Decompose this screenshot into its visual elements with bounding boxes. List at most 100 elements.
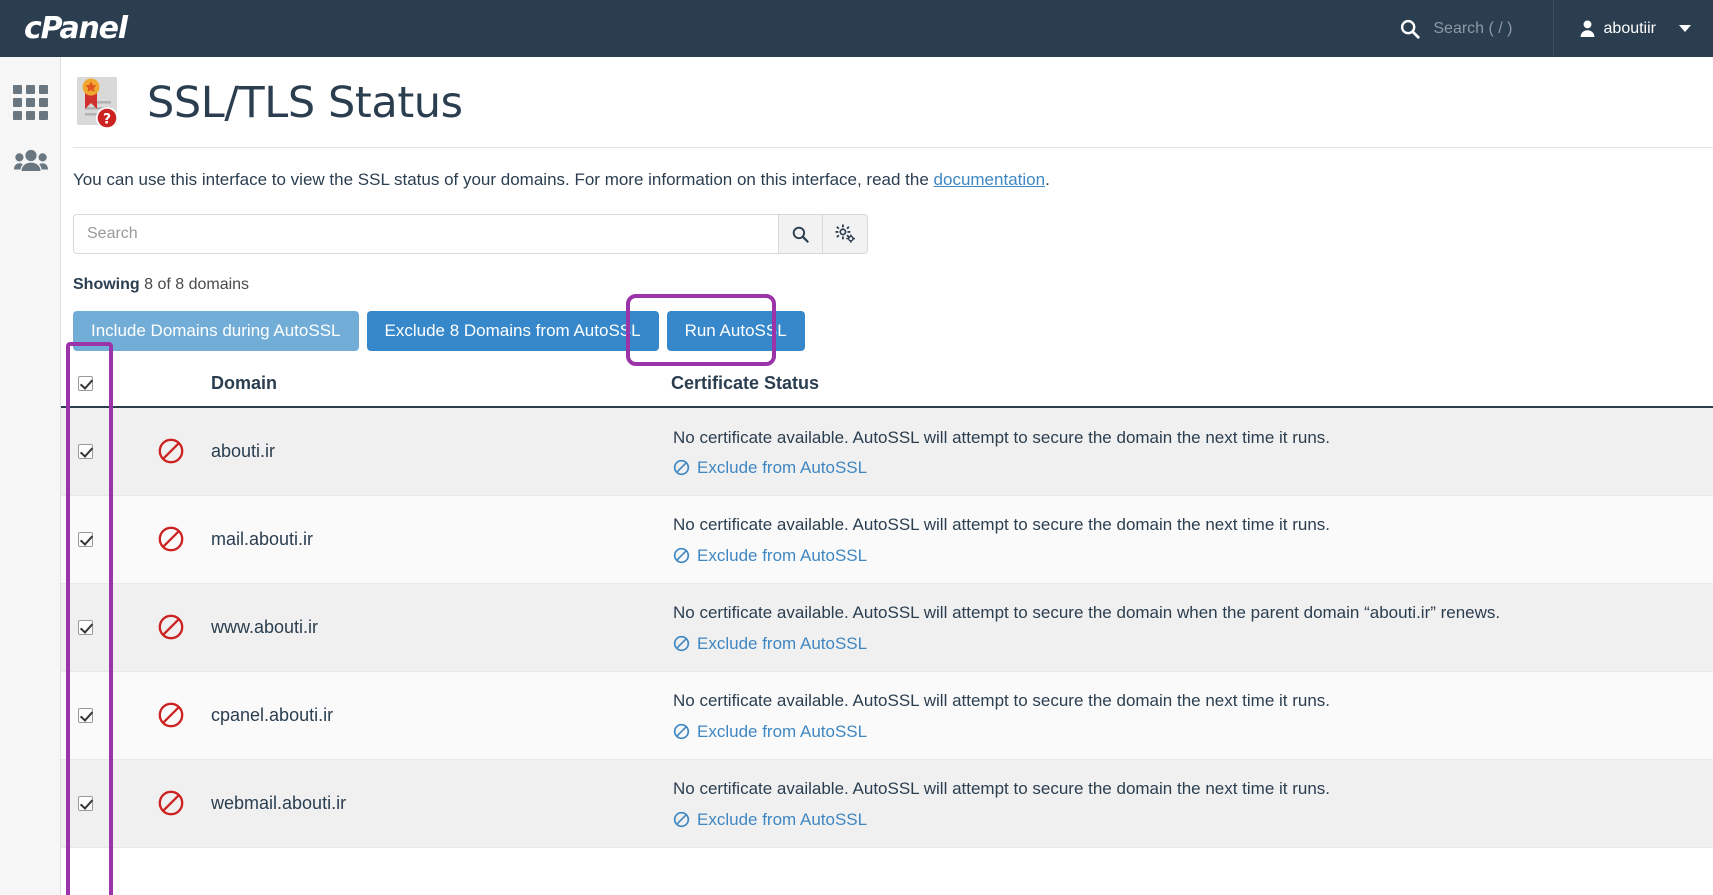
row-status-cell: No certificate available. AutoSSL will a… — [671, 671, 1713, 760]
page-description-suffix: . — [1045, 170, 1050, 189]
row-status-text: No certificate available. AutoSSL will a… — [673, 779, 1331, 799]
row-status-text: No certificate available. AutoSSL will a… — [673, 515, 1331, 535]
results-summary-label: Showing — [73, 276, 140, 293]
global-search-placeholder: Search ( / ) — [1433, 19, 1513, 37]
row-status-text: No certificate available. AutoSSL will a… — [673, 427, 1331, 447]
row-checkbox[interactable] — [78, 795, 93, 811]
search-icon — [792, 226, 809, 243]
left-sidebar — [0, 57, 61, 895]
exclude-domains-button[interactable]: Exclude 8 Domains from AutoSSL — [366, 311, 659, 351]
row-checkbox[interactable] — [78, 619, 93, 635]
exclude-from-autossl-label: Exclude from AutoSSL — [697, 721, 868, 741]
people-icon — [13, 149, 48, 171]
row-status-text: No certificate available. AutoSSL will a… — [673, 603, 1501, 623]
global-search[interactable]: Search ( / ) — [1399, 18, 1552, 40]
page-header: ? SSL/TLS Status — [61, 57, 1713, 131]
row-status-icon-cell — [139, 759, 211, 848]
no-certificate-icon — [158, 438, 184, 464]
row-domain: www.abouti.ir — [211, 583, 671, 672]
search-settings-button[interactable] — [823, 214, 868, 254]
exclude-icon — [673, 635, 690, 652]
include-domains-button[interactable]: Include Domains during AutoSSL — [73, 311, 359, 351]
row-domain: mail.abouti.ir — [211, 495, 671, 584]
row-checkbox[interactable] — [78, 443, 93, 459]
table-row: www.abouti.ir No certificate available. … — [61, 583, 1713, 672]
row-select-cell — [61, 583, 139, 672]
table-row: cpanel.abouti.ir No certificate availabl… — [61, 671, 1713, 760]
page-description-text: You can use this interface to view the S… — [73, 170, 934, 189]
domains-table-body: abouti.ir No certificate available. Auto… — [61, 407, 1713, 848]
cpanel-logo[interactable]: cPanel — [24, 11, 128, 46]
exclude-icon — [673, 460, 690, 476]
gear-icon — [835, 224, 855, 243]
main-content: ? SSL/TLS Status You can use this interf… — [61, 57, 1713, 895]
run-autossl-button[interactable]: Run AutoSSL — [666, 311, 805, 351]
sidebar-item-user-manager[interactable] — [0, 131, 61, 189]
chevron-down-icon — [1679, 25, 1691, 32]
row-status-cell: No certificate available. AutoSSL will a… — [671, 759, 1713, 848]
sidebar-item-apps[interactable] — [0, 73, 61, 131]
no-certificate-icon — [158, 526, 184, 552]
exclude-icon — [673, 547, 690, 564]
user-menu-label: aboutiir — [1603, 19, 1656, 37]
row-status-text: No certificate available. AutoSSL will a… — [673, 691, 1331, 711]
row-select-cell — [61, 759, 139, 848]
page-description: You can use this interface to view the S… — [73, 170, 1713, 190]
row-select-cell — [61, 671, 139, 760]
domains-table: Domain Certificate Status abouti.ir No c… — [61, 363, 1713, 848]
exclude-from-autossl-label: Exclude from AutoSSL — [697, 633, 868, 653]
certificate-status-header: Certificate Status — [671, 363, 1713, 408]
page-title: SSL/TLS Status — [147, 78, 463, 128]
ssl-certificate-icon: ? — [77, 77, 118, 129]
row-domain: abouti.ir — [211, 407, 671, 496]
domain-header: Domain — [211, 363, 671, 408]
row-status-cell: No certificate available. AutoSSL will a… — [671, 583, 1713, 672]
exclude-from-autossl-link[interactable]: Exclude from AutoSSL — [671, 722, 1693, 742]
exclude-from-autossl-link[interactable]: Exclude from AutoSSL — [671, 634, 1693, 654]
row-domain: cpanel.abouti.ir — [211, 671, 671, 760]
no-certificate-icon — [158, 702, 184, 728]
exclude-from-autossl-link[interactable]: Exclude from AutoSSL — [671, 810, 1693, 830]
row-checkbox[interactable] — [78, 707, 93, 723]
no-certificate-icon — [158, 614, 184, 640]
search-button[interactable] — [778, 214, 823, 254]
table-row: mail.abouti.ir No certificate available.… — [61, 495, 1713, 584]
table-row: webmail.abouti.ir No certificate availab… — [61, 759, 1713, 848]
domain-search-group — [73, 214, 868, 254]
exclude-from-autossl-label: Exclude from AutoSSL — [697, 809, 868, 829]
exclude-icon — [673, 811, 690, 828]
row-status-icon-cell — [139, 495, 211, 584]
row-checkbox[interactable] — [78, 531, 93, 547]
autossl-action-bar: Include Domains during AutoSSL Exclude 8… — [73, 294, 1713, 366]
row-select-cell — [61, 407, 139, 496]
row-status-cell: No certificate available. AutoSSL will a… — [671, 407, 1713, 496]
exclude-from-autossl-link[interactable]: Exclude from AutoSSL — [671, 546, 1693, 566]
row-select-cell — [61, 495, 139, 584]
results-summary-count: 8 of 8 domains — [139, 276, 250, 293]
results-summary: Showing 8 of 8 domains — [73, 276, 1713, 294]
row-status-icon-cell — [139, 583, 211, 672]
topbar-right-group: Search ( / ) aboutiir — [1399, 0, 1713, 57]
header-divider — [73, 147, 1713, 148]
select-all-header — [61, 363, 139, 408]
grid-icon — [13, 84, 48, 120]
row-status-cell: No certificate available. AutoSSL will a… — [671, 495, 1713, 584]
user-icon — [1580, 20, 1594, 37]
user-menu[interactable]: aboutiir — [1552, 0, 1713, 57]
exclude-icon — [673, 723, 690, 740]
search-icon — [1401, 19, 1420, 39]
exclude-from-autossl-link[interactable]: Exclude from AutoSSL — [671, 458, 1693, 478]
table-header-row: Domain Certificate Status — [61, 363, 1713, 408]
select-all-checkbox[interactable] — [78, 376, 93, 391]
exclude-from-autossl-label: Exclude from AutoSSL — [697, 457, 868, 477]
row-domain: webmail.abouti.ir — [211, 759, 671, 848]
svg-text:?: ? — [103, 112, 111, 128]
exclude-from-autossl-label: Exclude from AutoSSL — [697, 545, 868, 565]
top-navigation-bar: cPanel Search ( / ) aboutiir — [0, 0, 1713, 57]
no-certificate-icon — [158, 790, 184, 816]
documentation-link[interactable]: documentation — [934, 170, 1046, 189]
row-status-icon-cell — [139, 671, 211, 760]
row-status-icon-cell — [139, 407, 211, 496]
search-input[interactable] — [73, 214, 778, 254]
table-row: abouti.ir No certificate available. Auto… — [61, 407, 1713, 496]
